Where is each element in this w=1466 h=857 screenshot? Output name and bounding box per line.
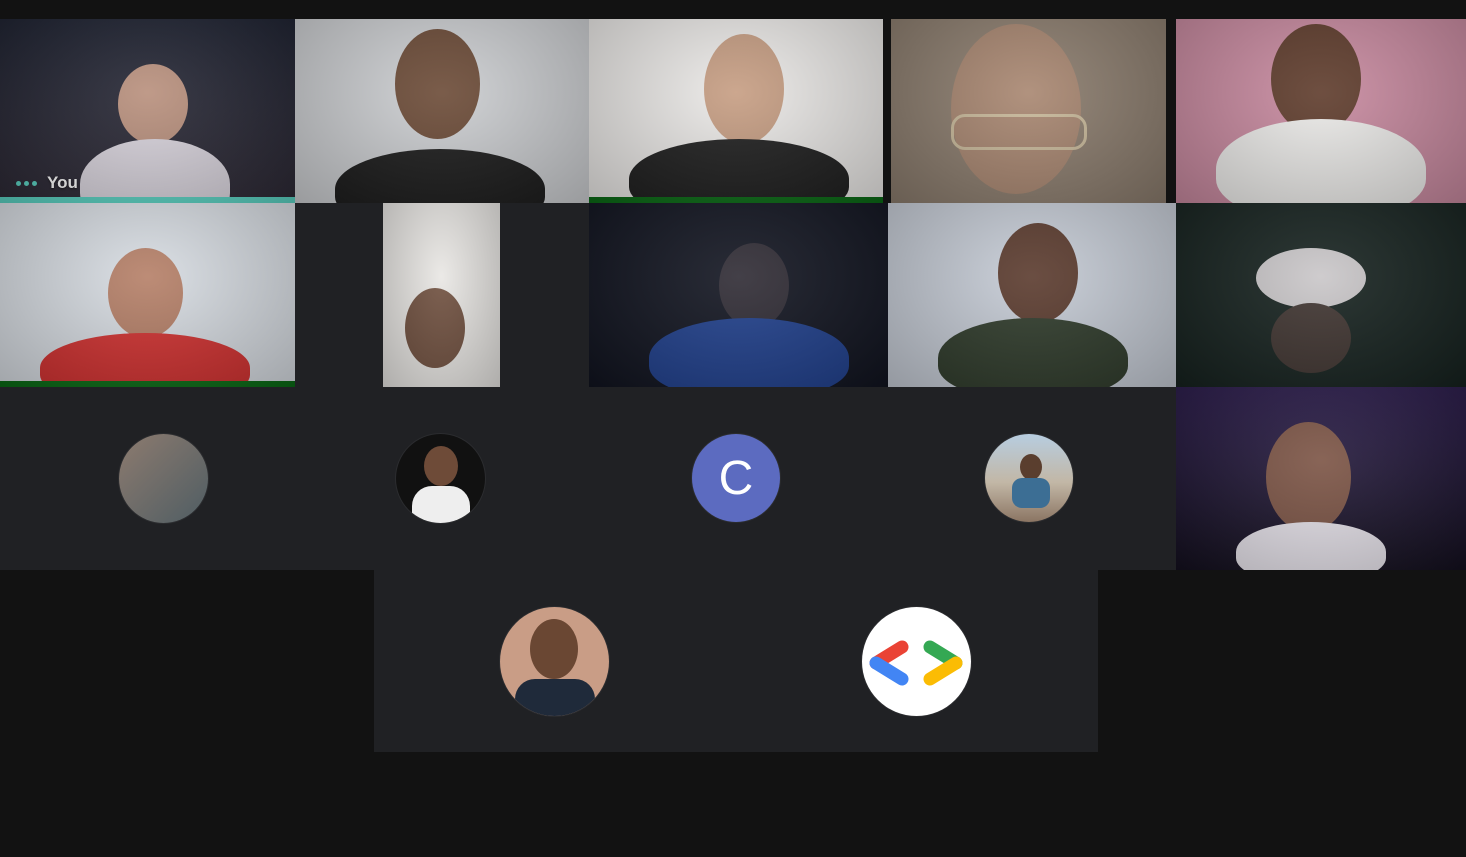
participant-avatar bbox=[500, 607, 609, 716]
participant-name-label: You bbox=[16, 173, 78, 193]
participant-avatar bbox=[396, 434, 485, 523]
participant-tile[interactable] bbox=[295, 203, 589, 387]
participant-tile-you[interactable]: You bbox=[0, 19, 295, 203]
participant-video bbox=[395, 29, 480, 139]
participant-tile[interactable] bbox=[1176, 19, 1466, 203]
participant-tile[interactable] bbox=[374, 570, 1098, 752]
participant-tile[interactable] bbox=[589, 203, 888, 387]
participant-tile[interactable] bbox=[0, 203, 295, 387]
avatar-initial: C bbox=[718, 451, 754, 505]
developer-logo-icon bbox=[869, 640, 963, 686]
participant-video bbox=[719, 243, 789, 328]
participant-tile[interactable] bbox=[888, 203, 1176, 387]
participant-video bbox=[951, 24, 1081, 194]
participant-avatar bbox=[985, 434, 1073, 522]
participant-video bbox=[704, 34, 784, 144]
participant-tile[interactable] bbox=[891, 19, 1166, 203]
participant-avatar bbox=[862, 607, 971, 716]
participant-tile[interactable] bbox=[1176, 203, 1466, 387]
participant-tile[interactable] bbox=[589, 19, 883, 203]
participant-tile[interactable] bbox=[295, 19, 589, 203]
audio-activity-icon bbox=[16, 180, 37, 186]
self-name: You bbox=[47, 173, 78, 192]
letter-avatar: C bbox=[692, 434, 780, 522]
participant-video bbox=[998, 223, 1078, 323]
participant-tile[interactable] bbox=[1176, 387, 1466, 570]
participant-video bbox=[1256, 248, 1366, 308]
participant-video bbox=[383, 203, 500, 387]
meeting-grid: { "self_label": "You", "letter_avatar": … bbox=[0, 0, 1466, 857]
participant-avatar bbox=[119, 434, 208, 523]
participant-tile[interactable]: C bbox=[0, 387, 1176, 570]
participant-video bbox=[108, 248, 183, 338]
participant-video bbox=[118, 64, 188, 144]
participant-video bbox=[1271, 24, 1361, 134]
participant-video bbox=[1266, 422, 1351, 532]
